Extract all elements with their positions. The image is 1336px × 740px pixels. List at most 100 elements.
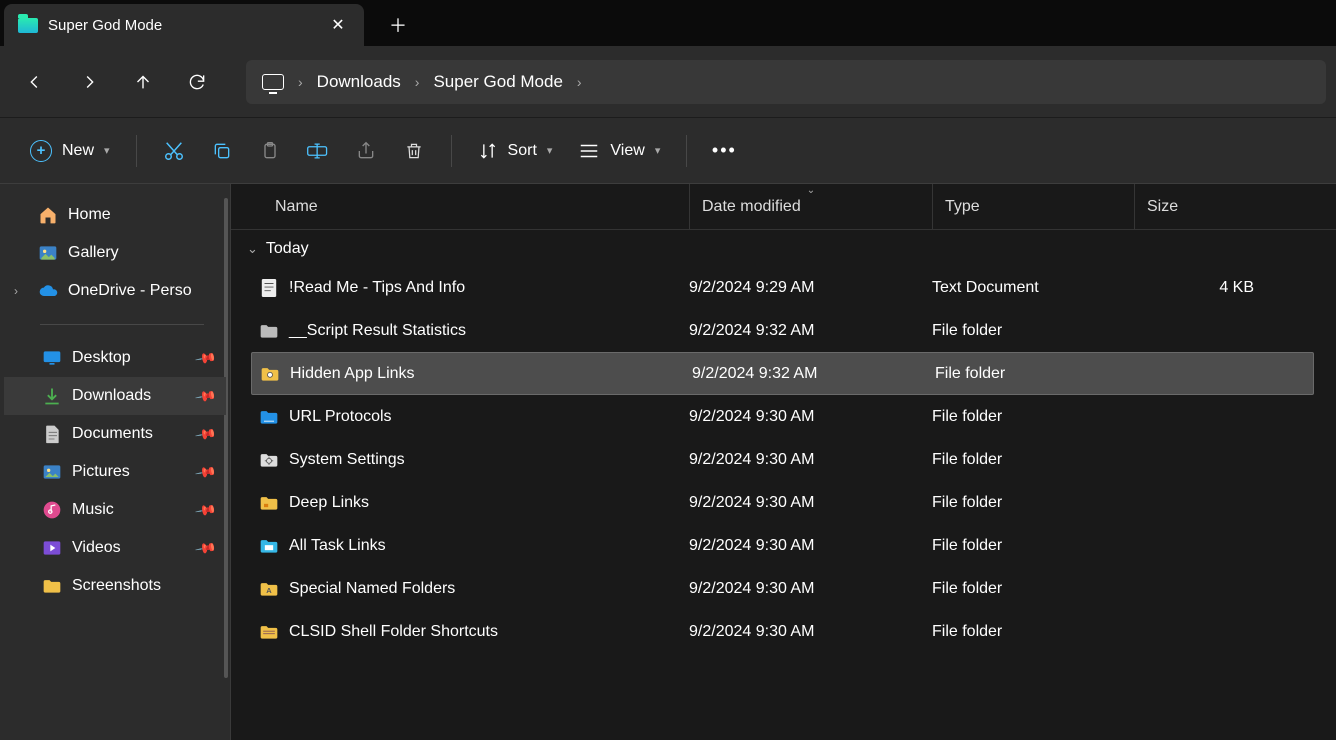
nav-toolbar: › Downloads › Super God Mode › bbox=[0, 46, 1336, 118]
sidebar-item-label: Downloads bbox=[72, 387, 151, 405]
pin-icon: 📌 bbox=[193, 422, 217, 446]
sidebar-item-desktop[interactable]: Desktop 📌 bbox=[4, 339, 226, 377]
file-type: Text Document bbox=[932, 279, 1134, 297]
chevron-down-icon: ▾ bbox=[655, 144, 661, 157]
column-headers: Name ⌄ Date modified Type Size bbox=[231, 184, 1336, 230]
refresh-button[interactable] bbox=[172, 57, 222, 107]
chevron-down-icon: ▾ bbox=[547, 144, 553, 157]
sidebar-item-label: Documents bbox=[72, 425, 153, 443]
file-row[interactable]: URL Protocols9/2/2024 9:30 AMFile folder bbox=[231, 395, 1336, 438]
chevron-right-icon[interactable]: › bbox=[573, 74, 586, 90]
sidebar-item-pictures[interactable]: Pictures 📌 bbox=[4, 453, 226, 491]
file-type: File folder bbox=[932, 623, 1134, 641]
file-date: 9/2/2024 9:30 AM bbox=[689, 408, 932, 426]
file-list-pane: Name ⌄ Date modified Type Size ⌄ Today !… bbox=[231, 184, 1336, 740]
new-button[interactable]: + New ▾ bbox=[18, 131, 122, 171]
svg-text:A: A bbox=[266, 586, 272, 595]
copy-button[interactable] bbox=[199, 131, 245, 171]
tab-active[interactable]: Super God Mode ✕ bbox=[4, 4, 364, 46]
file-row[interactable]: CLSID Shell Folder Shortcuts9/2/2024 9:3… bbox=[231, 610, 1336, 653]
rename-button[interactable] bbox=[295, 131, 341, 171]
column-header-date[interactable]: ⌄ Date modified bbox=[689, 184, 932, 229]
pin-icon: 📌 bbox=[193, 498, 217, 522]
paste-button[interactable] bbox=[247, 131, 293, 171]
breadcrumb-root[interactable] bbox=[252, 74, 294, 90]
close-tab-button[interactable]: ✕ bbox=[324, 11, 352, 39]
sort-button[interactable]: Sort ▾ bbox=[466, 131, 565, 171]
plus-icon: + bbox=[30, 140, 52, 162]
sidebar-item-onedrive[interactable]: › OneDrive - Perso bbox=[4, 272, 226, 310]
view-button[interactable]: View ▾ bbox=[566, 131, 672, 171]
folder-icon bbox=[42, 576, 62, 596]
file-name: Hidden App Links bbox=[290, 365, 415, 383]
chevron-right-icon: › bbox=[14, 284, 18, 298]
pin-icon: 📌 bbox=[193, 536, 217, 560]
new-tab-button[interactable]: ＋ bbox=[378, 4, 418, 46]
file-row[interactable]: System Settings9/2/2024 9:30 AMFile fold… bbox=[231, 438, 1336, 481]
chevron-down-icon: ⌄ bbox=[247, 241, 258, 257]
sidebar-item-music[interactable]: Music 📌 bbox=[4, 491, 226, 529]
breadcrumb-downloads[interactable]: Downloads bbox=[307, 72, 411, 92]
videos-icon bbox=[42, 538, 62, 558]
onedrive-icon bbox=[38, 281, 58, 301]
file-row[interactable]: All Task Links9/2/2024 9:30 AMFile folde… bbox=[231, 524, 1336, 567]
sidebar-item-documents[interactable]: Documents 📌 bbox=[4, 415, 226, 453]
file-date: 9/2/2024 9:30 AM bbox=[689, 494, 932, 512]
documents-icon bbox=[42, 424, 62, 444]
sidebar-item-gallery[interactable]: Gallery bbox=[4, 234, 226, 272]
folder-gray-icon bbox=[259, 321, 279, 341]
address-bar[interactable]: › Downloads › Super God Mode › bbox=[246, 60, 1326, 104]
back-button[interactable] bbox=[10, 57, 60, 107]
file-name: All Task Links bbox=[289, 537, 386, 555]
cut-button[interactable] bbox=[151, 131, 197, 171]
breadcrumb-current[interactable]: Super God Mode bbox=[423, 72, 572, 92]
tab-title: Super God Mode bbox=[48, 17, 314, 34]
up-button[interactable] bbox=[118, 57, 168, 107]
sidebar-item-label: Pictures bbox=[72, 463, 130, 481]
file-type: File folder bbox=[932, 451, 1134, 469]
file-row[interactable]: Deep Links9/2/2024 9:30 AMFile folder bbox=[231, 481, 1336, 524]
txt-icon bbox=[259, 278, 279, 298]
file-row[interactable]: __Script Result Statistics9/2/2024 9:32 … bbox=[231, 309, 1336, 352]
more-button[interactable]: ••• bbox=[701, 131, 747, 171]
file-row[interactable]: Hidden App Links9/2/2024 9:32 AMFile fol… bbox=[251, 352, 1314, 395]
forward-button[interactable] bbox=[64, 57, 114, 107]
column-header-size[interactable]: Size bbox=[1134, 184, 1269, 229]
sidebar-item-screenshots[interactable]: Screenshots bbox=[4, 567, 226, 605]
folder-a-icon: A bbox=[259, 579, 279, 599]
column-header-type[interactable]: Type bbox=[932, 184, 1134, 229]
sidebar-item-home[interactable]: Home bbox=[4, 196, 226, 234]
pin-icon: 📌 bbox=[193, 460, 217, 484]
chevron-down-icon: ▾ bbox=[104, 144, 110, 157]
sidebar-item-label: OneDrive - Perso bbox=[68, 282, 192, 300]
file-row[interactable]: !Read Me - Tips And Info9/2/2024 9:29 AM… bbox=[231, 266, 1336, 309]
pictures-icon bbox=[42, 462, 62, 482]
file-type: File folder bbox=[932, 537, 1134, 555]
file-date: 9/2/2024 9:32 AM bbox=[692, 365, 935, 383]
folder-photo-icon bbox=[260, 364, 280, 384]
file-type: File folder bbox=[932, 494, 1134, 512]
file-row[interactable]: ASpecial Named Folders9/2/2024 9:30 AMFi… bbox=[231, 567, 1336, 610]
share-button[interactable] bbox=[343, 131, 389, 171]
group-header-today[interactable]: ⌄ Today bbox=[231, 230, 1336, 266]
sidebar-item-downloads[interactable]: Downloads📌 bbox=[4, 377, 226, 415]
sidebar-item-videos[interactable]: Videos 📌 bbox=[4, 529, 226, 567]
file-type: File folder bbox=[932, 408, 1134, 426]
chevron-right-icon[interactable]: › bbox=[411, 74, 424, 90]
sidebar-item-label: Videos bbox=[72, 539, 121, 557]
sort-icon bbox=[478, 141, 498, 161]
folder-icon bbox=[18, 18, 38, 33]
file-type: File folder bbox=[932, 580, 1134, 598]
pin-icon: 📌 bbox=[193, 346, 217, 370]
file-name: !Read Me - Tips And Info bbox=[289, 279, 465, 297]
sidebar-item-label: Music bbox=[72, 501, 114, 519]
gallery-icon bbox=[38, 243, 58, 263]
downloads-icon bbox=[42, 386, 62, 406]
desktop-icon bbox=[42, 348, 62, 368]
file-date: 9/2/2024 9:30 AM bbox=[689, 580, 932, 598]
chevron-right-icon[interactable]: › bbox=[294, 74, 307, 90]
sidebar-item-label: Gallery bbox=[68, 244, 119, 262]
delete-button[interactable] bbox=[391, 131, 437, 171]
sidebar-item-label: Desktop bbox=[72, 349, 131, 367]
column-header-name[interactable]: Name bbox=[231, 198, 689, 216]
